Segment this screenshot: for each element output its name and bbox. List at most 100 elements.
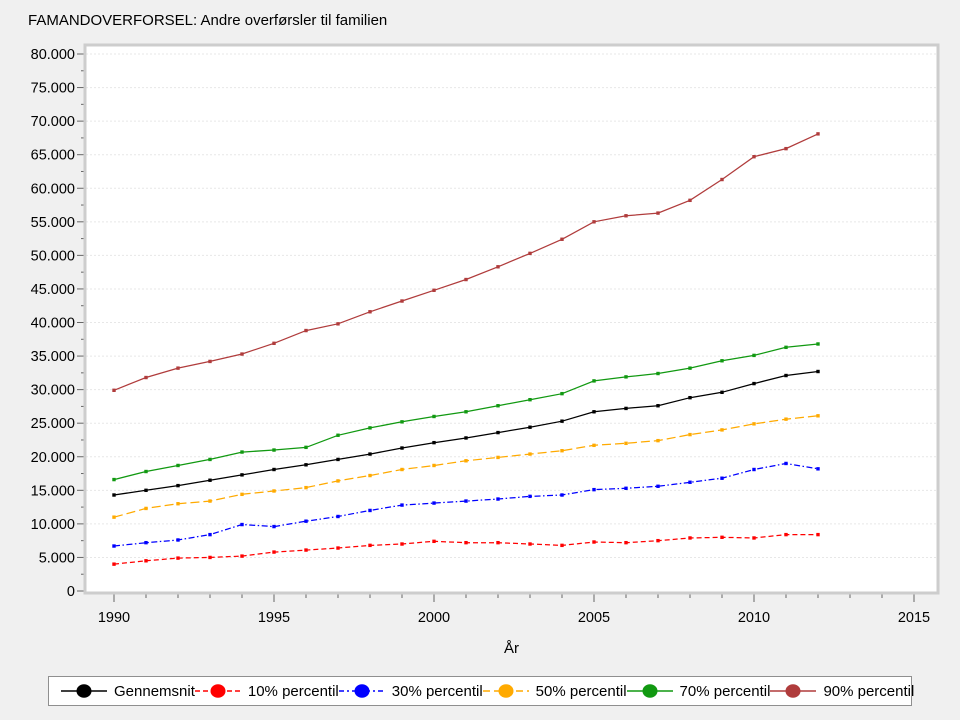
- y-tick-label: 45.000: [31, 282, 75, 298]
- legend-label: 50% percentil: [536, 683, 627, 700]
- x-tick-label: 2005: [578, 610, 610, 626]
- data-point-marker: [112, 515, 115, 518]
- data-point-marker: [336, 546, 339, 549]
- data-point-marker: [144, 489, 147, 492]
- data-point-marker: [304, 548, 307, 551]
- data-point-marker: [784, 533, 787, 536]
- data-point-marker: [176, 556, 179, 559]
- data-point-marker: [560, 392, 563, 395]
- legend-item: 70% percentil: [627, 682, 771, 700]
- data-point-marker: [208, 360, 211, 363]
- legend-marker-icon: [627, 682, 673, 700]
- y-tick-label: 40.000: [31, 316, 75, 332]
- data-point-marker: [464, 278, 467, 281]
- data-point-marker: [752, 354, 755, 357]
- data-point-marker: [752, 536, 755, 539]
- data-point-marker: [560, 449, 563, 452]
- data-point-marker: [400, 420, 403, 423]
- data-point-marker: [144, 541, 147, 544]
- data-point-marker: [464, 410, 467, 413]
- data-point-marker: [176, 484, 179, 487]
- data-point-marker: [816, 467, 819, 470]
- data-point-marker: [208, 533, 211, 536]
- y-tick-label: 25.000: [31, 416, 75, 432]
- data-point-marker: [592, 540, 595, 543]
- data-point-marker: [688, 433, 691, 436]
- data-point-marker: [592, 410, 595, 413]
- y-tick-label: 0: [67, 584, 75, 600]
- data-point-marker: [240, 450, 243, 453]
- data-point-marker: [336, 479, 339, 482]
- chart-canvas: 05.00010.00015.00020.00025.00030.00035.0…: [0, 0, 960, 670]
- data-point-marker: [720, 359, 723, 362]
- data-point-marker: [336, 322, 339, 325]
- legend-marker-icon: [195, 682, 241, 700]
- legend-marker-icon: [483, 682, 529, 700]
- legend-item: 10% percentil: [195, 682, 339, 700]
- data-point-marker: [240, 554, 243, 557]
- data-point-marker: [560, 419, 563, 422]
- data-point-marker: [592, 220, 595, 223]
- data-point-marker: [336, 515, 339, 518]
- legend-item: 90% percentil: [770, 682, 914, 700]
- data-point-marker: [144, 470, 147, 473]
- y-tick-label: 80.000: [31, 47, 75, 63]
- data-point-marker: [816, 132, 819, 135]
- data-point-marker: [624, 541, 627, 544]
- data-point-marker: [784, 374, 787, 377]
- data-point-marker: [432, 415, 435, 418]
- legend-marker-icon: [339, 682, 385, 700]
- data-point-marker: [496, 497, 499, 500]
- legend-item: 30% percentil: [339, 682, 483, 700]
- data-point-marker: [496, 541, 499, 544]
- y-tick-label: 70.000: [31, 114, 75, 130]
- data-point-marker: [528, 398, 531, 401]
- data-point-marker: [528, 452, 531, 455]
- data-point-marker: [592, 488, 595, 491]
- data-point-marker: [592, 379, 595, 382]
- data-point-marker: [624, 214, 627, 217]
- data-point-marker: [624, 375, 627, 378]
- data-point-marker: [784, 147, 787, 150]
- legend-label: 10% percentil: [248, 683, 339, 700]
- data-point-marker: [208, 458, 211, 461]
- data-point-marker: [624, 487, 627, 490]
- data-point-marker: [208, 479, 211, 482]
- data-point-marker: [784, 417, 787, 420]
- data-point-marker: [336, 434, 339, 437]
- legend-item: Gennemsnit: [61, 682, 195, 700]
- data-point-marker: [816, 342, 819, 345]
- data-point-marker: [112, 562, 115, 565]
- data-point-marker: [720, 428, 723, 431]
- data-point-marker: [688, 396, 691, 399]
- y-tick-label: 15.000: [31, 483, 75, 499]
- legend-marker-icon: [61, 682, 107, 700]
- y-tick-label: 10.000: [31, 517, 75, 533]
- y-tick-label: 75.000: [31, 81, 75, 97]
- legend-marker-icon: [770, 682, 816, 700]
- legend-label: 30% percentil: [392, 683, 483, 700]
- data-point-marker: [144, 507, 147, 510]
- y-tick-label: 20.000: [31, 450, 75, 466]
- data-point-marker: [176, 538, 179, 541]
- data-point-marker: [624, 407, 627, 410]
- chart-window: FAMANDOVERFORSEL: Andre overførsler til …: [0, 0, 960, 720]
- x-tick-label: 1990: [98, 610, 130, 626]
- data-point-marker: [720, 178, 723, 181]
- data-point-marker: [752, 382, 755, 385]
- data-point-marker: [368, 452, 371, 455]
- data-point-marker: [560, 493, 563, 496]
- data-point-marker: [464, 499, 467, 502]
- data-point-marker: [400, 446, 403, 449]
- data-point-marker: [272, 342, 275, 345]
- data-point-marker: [528, 542, 531, 545]
- data-point-marker: [752, 468, 755, 471]
- data-point-marker: [272, 468, 275, 471]
- data-point-marker: [464, 459, 467, 462]
- data-point-marker: [368, 426, 371, 429]
- data-point-marker: [144, 559, 147, 562]
- data-point-marker: [592, 444, 595, 447]
- data-point-marker: [112, 493, 115, 496]
- data-point-marker: [400, 503, 403, 506]
- data-point-marker: [208, 556, 211, 559]
